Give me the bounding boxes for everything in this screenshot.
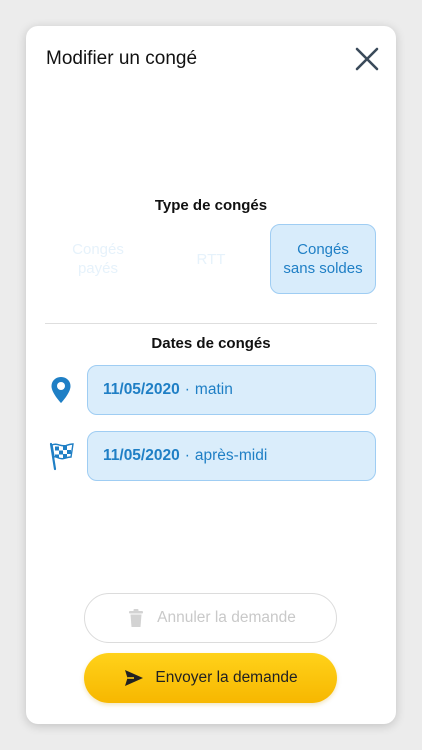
send-request-button[interactable]: Envoyer la demande (84, 653, 337, 703)
modal-title: Modifier un congé (46, 48, 198, 69)
divider (45, 323, 377, 324)
start-date-row: 11/05/2020 · matin (46, 365, 376, 415)
leave-type-unpaid[interactable]: Congés sans soldes (270, 224, 376, 294)
leave-type-unpaid-line2: sans soldes (283, 260, 363, 277)
start-date-value: 11/05/2020 (103, 381, 180, 398)
send-icon (125, 670, 144, 686)
leave-type-rtt[interactable]: RTT (158, 224, 264, 294)
close-icon (355, 47, 379, 71)
send-request-label: Envoyer la demande (155, 669, 298, 686)
start-date-field[interactable]: 11/05/2020 · matin (87, 365, 376, 415)
end-date-value: 11/05/2020 (103, 447, 180, 464)
cancel-request-label: Annuler la demande (157, 609, 296, 626)
leave-type-unpaid-line1: Congés (297, 241, 349, 258)
start-date-period: matin (194, 381, 233, 398)
leave-type-rtt-label: RTT (196, 250, 226, 268)
start-date-separator: · (184, 381, 190, 398)
leave-type-paid-line2: payés (77, 260, 118, 277)
end-date-field[interactable]: 11/05/2020 · après-midi (87, 431, 376, 481)
location-pin-icon (51, 377, 71, 403)
end-date-row: 11/05/2020 · après-midi (46, 431, 376, 481)
checkered-flag-icon (49, 442, 74, 471)
leave-type-paid-line1: Congés (72, 241, 124, 258)
end-date-separator: · (184, 447, 190, 464)
leave-type-selector: Congés payés RTT Congés sans soldes (45, 224, 377, 296)
leave-type-paid[interactable]: Congés payés (45, 224, 151, 294)
leave-dates-label: Dates de congés (151, 335, 271, 352)
end-date-period: après-midi (194, 447, 268, 464)
cancel-request-button[interactable]: Annuler la demande (84, 593, 337, 643)
trash-icon (129, 609, 144, 627)
leave-type-label: Type de congés (154, 197, 268, 214)
edit-leave-modal: Modifier un congé Type de congés Congés … (26, 26, 396, 724)
close-button[interactable] (354, 46, 380, 72)
